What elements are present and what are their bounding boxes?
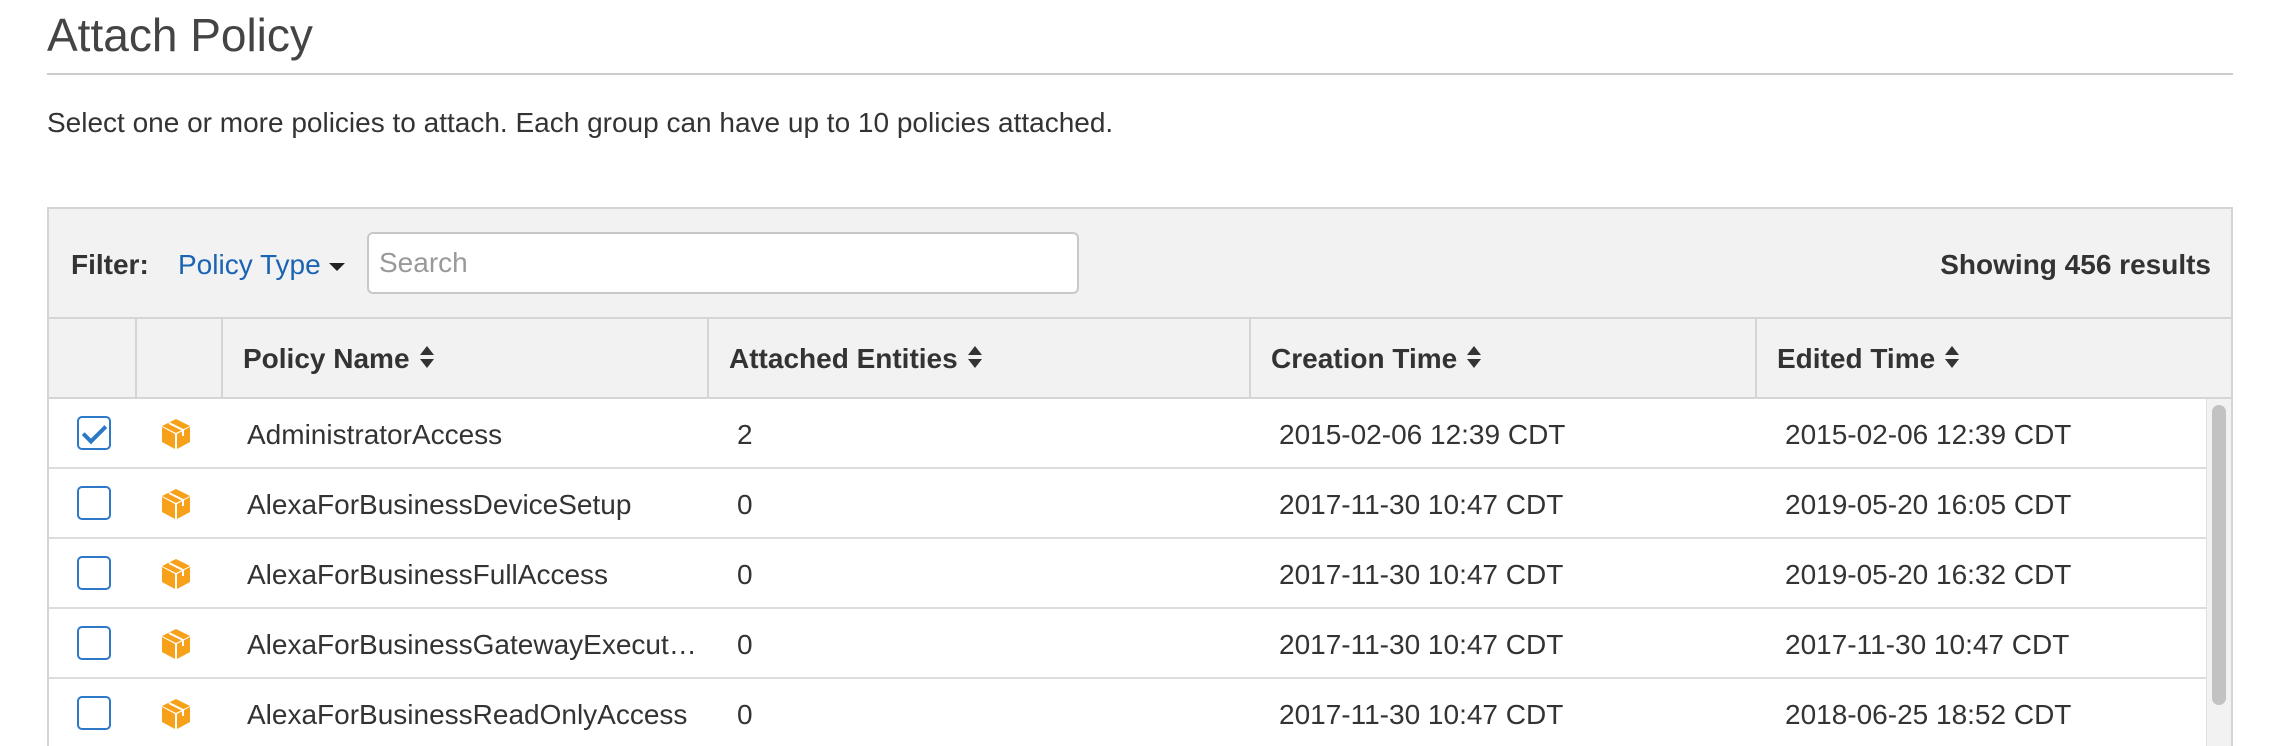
column-header-label: Edited Time	[1777, 343, 1936, 374]
row-checkbox[interactable]	[77, 556, 111, 590]
column-header-label: Creation Time	[1271, 343, 1458, 374]
table-row[interactable]: AlexaForBusinessReadOnlyAccess 0 2017-11-3…	[49, 679, 2211, 746]
edited-time: 2018-06-25 18:52 CDT	[1785, 699, 2072, 730]
page-title: Attach Policy	[47, 9, 313, 61]
attached-entities: 0	[737, 489, 753, 520]
policy-name[interactable]: AlexaForBusinessReadOnlyAccess	[247, 699, 687, 731]
column-header-label: Attached Entities	[729, 343, 958, 374]
policy-type-label: Policy Type	[178, 249, 321, 280]
column-header-creation-time[interactable]: Creation Time	[1251, 319, 1757, 397]
edited-time: 2019-05-20 16:05 CDT	[1785, 489, 2072, 520]
sort-icon	[1467, 345, 1482, 370]
row-checkbox[interactable]	[77, 626, 111, 660]
policy-cube-icon	[159, 487, 193, 521]
table-body: AdministratorAccess 2 2015-02-06 12:39 CDT…	[49, 399, 2211, 746]
column-header-edited-time[interactable]: Edited Time	[1757, 319, 2231, 397]
edited-time: 2015-02-06 12:39 CDT	[1785, 419, 2072, 450]
header-select-column	[49, 319, 137, 397]
creation-time: 2015-02-06 12:39 CDT	[1279, 419, 1566, 450]
creation-time: 2017-11-30 10:47 CDT	[1279, 559, 1564, 590]
attached-entities: 0	[737, 559, 753, 590]
attached-entities: 2	[737, 419, 753, 450]
column-header-attached-entities[interactable]: Attached Entities	[709, 319, 1251, 397]
sort-icon	[419, 345, 434, 370]
policy-name[interactable]: AlexaForBusinessGatewayExecut…	[247, 629, 697, 661]
creation-time: 2017-11-30 10:47 CDT	[1279, 489, 1564, 520]
creation-time: 2017-11-30 10:47 CDT	[1279, 629, 1564, 660]
filter-label: Filter:	[71, 249, 149, 280]
attach-policy-page: Attach Policy Select one or more policie…	[0, 0, 2272, 746]
page-description: Select one or more policies to attach. E…	[47, 107, 1114, 138]
results-count: Showing 456 results	[1940, 249, 2211, 280]
row-checkbox[interactable]	[77, 416, 111, 450]
column-header-policy-name[interactable]: Policy Name	[223, 319, 709, 397]
edited-time: 2019-05-20 16:32 CDT	[1785, 559, 2072, 590]
caret-down-icon	[328, 262, 345, 271]
attached-entities: 0	[737, 629, 753, 660]
table-header: Policy Name Attached Entities Creation T…	[49, 319, 2231, 399]
column-header-label: Policy Name	[243, 343, 410, 374]
edited-time: 2017-11-30 10:47 CDT	[1785, 629, 2070, 660]
row-checkbox[interactable]	[77, 486, 111, 520]
policy-cube-icon	[159, 627, 193, 661]
title-divider	[47, 73, 2233, 75]
search-input[interactable]	[367, 232, 1079, 294]
attached-entities: 0	[737, 699, 753, 730]
table-row[interactable]: AlexaForBusinessDeviceSetup 0 2017-11-30 1…	[49, 469, 2211, 539]
creation-time: 2017-11-30 10:47 CDT	[1279, 699, 1564, 730]
row-checkbox[interactable]	[77, 696, 111, 730]
scrollbar-thumb[interactable]	[2212, 405, 2226, 705]
table-row[interactable]: AdministratorAccess 2 2015-02-06 12:39 CDT…	[49, 399, 2211, 469]
policy-cube-icon	[159, 417, 193, 451]
policy-cube-icon	[159, 557, 193, 591]
table-row[interactable]: AlexaForBusinessFullAccess 0 2017-11-30 10…	[49, 539, 2211, 609]
table-scrollbar[interactable]	[2206, 399, 2231, 746]
policy-cube-icon	[159, 697, 193, 731]
table-row[interactable]: AlexaForBusinessGatewayExecut… 0 2017-11-3…	[49, 609, 2211, 679]
policy-type-dropdown[interactable]: Policy Type	[178, 249, 345, 281]
header-icon-column	[137, 319, 223, 397]
policy-name[interactable]: AlexaForBusinessFullAccess	[247, 559, 608, 591]
sort-icon	[1945, 345, 1960, 370]
policy-table-panel: Filter: Policy Type Showing 456 results …	[47, 207, 2233, 746]
filter-bar: Filter: Policy Type Showing 456 results	[49, 209, 2231, 319]
sort-icon	[967, 345, 982, 370]
policy-name[interactable]: AdministratorAccess	[247, 419, 502, 451]
policy-name[interactable]: AlexaForBusinessDeviceSetup	[247, 489, 631, 521]
